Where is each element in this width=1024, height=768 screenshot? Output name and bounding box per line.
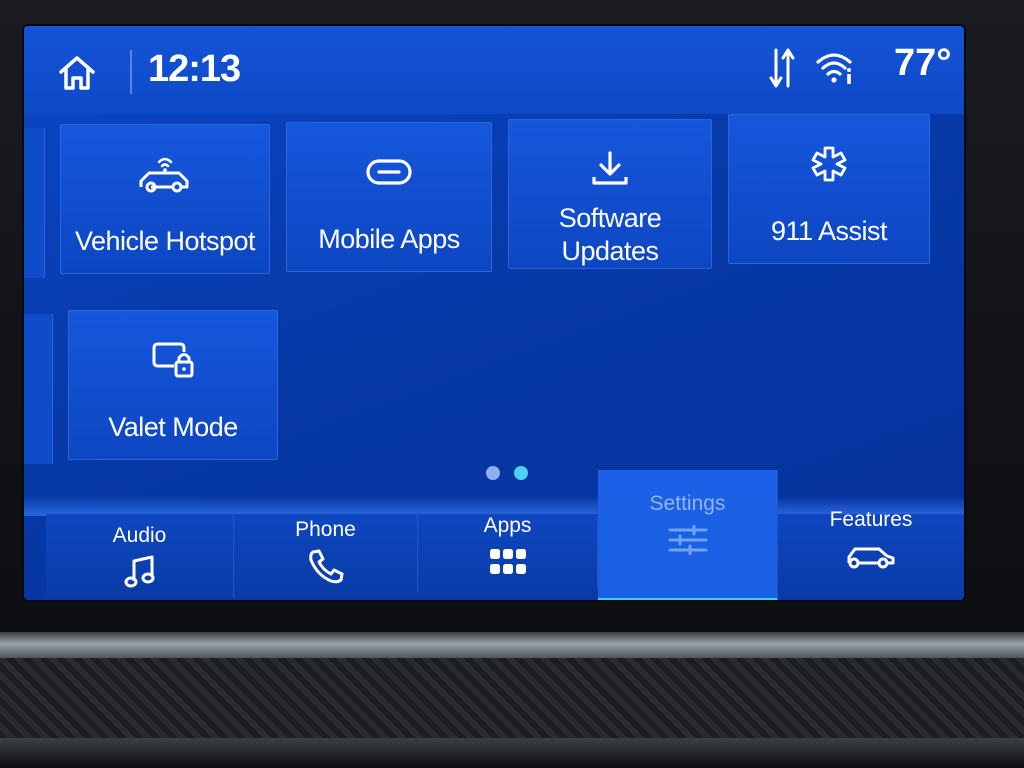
wifi-info-icon [816, 53, 852, 84]
tile-vehicle-hotspot[interactable]: Vehicle Hotspot [60, 124, 270, 274]
home-button[interactable] [54, 50, 100, 96]
carbon-fiber-trim [0, 658, 1024, 738]
nav-label: Settings [649, 492, 726, 515]
nav-label: Features [829, 508, 913, 531]
vehicle-hotspot-icon [139, 157, 189, 193]
nav-label: Audio [112, 524, 167, 547]
nav-tab-phone[interactable]: Phone [234, 508, 418, 592]
nav-tab-features[interactable]: Features [778, 498, 964, 582]
tile-label: Valet Mode [108, 412, 238, 442]
phone-icon [308, 549, 343, 584]
tile-valet-mode[interactable]: Valet Mode [68, 310, 278, 460]
download-icon [592, 151, 628, 185]
tile-label: 911 Assist [770, 216, 888, 246]
tile-label: Vehicle Hotspot [74, 226, 256, 256]
nav-tab-settings[interactable]: Settings [598, 470, 778, 600]
tile-label: Software Updates [559, 202, 662, 268]
nav-label: Apps [483, 514, 532, 537]
tile-911-assist[interactable]: 911 Assist [728, 114, 930, 264]
dashboard-trim [0, 632, 1024, 658]
tile-mobile-apps[interactable]: Mobile Apps [286, 122, 492, 272]
outside-temperature: 77° [894, 42, 952, 84]
clock: 12:13 [148, 48, 241, 90]
tile-label-line2: Updates [561, 236, 659, 266]
dashboard-trim-lower [0, 738, 1024, 768]
tile-software-updates[interactable]: Software Updates [508, 119, 712, 269]
apps-grid-icon [489, 549, 526, 574]
page-dot-active[interactable] [514, 466, 528, 480]
sliders-icon [668, 525, 707, 555]
infotainment-screen: 12:13 77° Vehicle Hotspot Mobile Apps So… [24, 26, 964, 600]
tile-label-line1: Software [558, 203, 662, 233]
bottom-nav: Audio Phone Apps Settings Features [46, 470, 964, 600]
nav-tab-apps[interactable]: Apps [418, 504, 598, 588]
status-divider [130, 50, 132, 94]
music-note-icon [124, 555, 154, 588]
link-icon [366, 159, 412, 185]
data-transfer-icon [769, 48, 795, 88]
nav-label: Phone [295, 518, 356, 541]
valet-lock-icon [152, 342, 194, 378]
emergency-star-icon [811, 146, 847, 182]
previous-page-tile-edge [24, 128, 45, 278]
status-bar: 12:13 77° [24, 26, 964, 114]
home-icon [59, 56, 95, 90]
tile-label: Mobile Apps [318, 224, 460, 254]
nav-tab-audio[interactable]: Audio [46, 514, 234, 598]
car-icon [847, 547, 895, 569]
page-indicator [486, 466, 528, 480]
page-dot[interactable] [486, 466, 500, 480]
previous-page-tile-edge [24, 314, 53, 464]
